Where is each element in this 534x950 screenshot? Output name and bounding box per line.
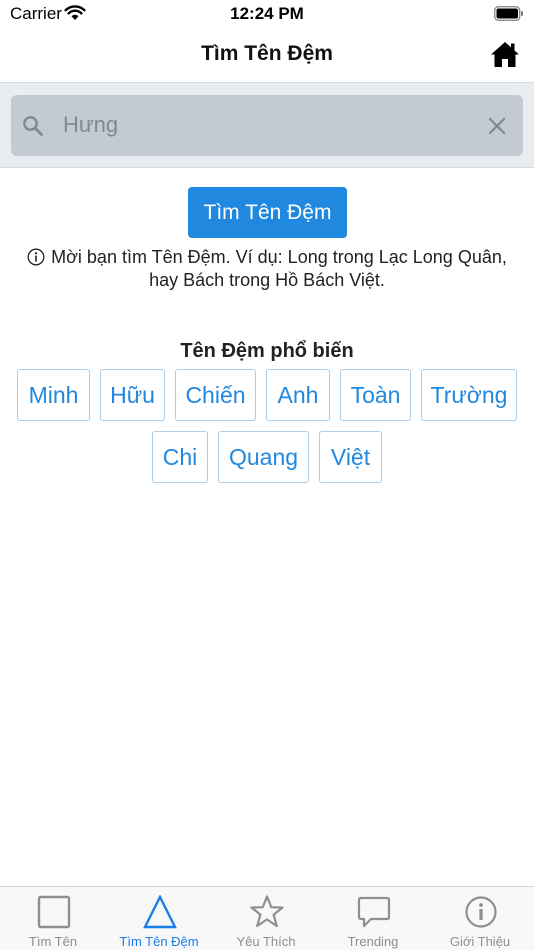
name-chip[interactable]: Chiến bbox=[175, 369, 256, 421]
hint-text: Mời bạn tìm Tên Đệm. Ví dụ: Long trong L… bbox=[51, 247, 507, 290]
tab-label: Tìm Tên bbox=[28, 934, 78, 949]
status-bar: Carrier 12:24 PM bbox=[0, 0, 534, 30]
search-field[interactable] bbox=[11, 95, 523, 156]
search-bar-container bbox=[0, 82, 534, 168]
clear-icon[interactable] bbox=[487, 116, 507, 136]
tab-about[interactable]: Giới Thiệu bbox=[427, 887, 533, 950]
status-time: 12:24 PM bbox=[230, 4, 304, 23]
name-chip[interactable]: Anh bbox=[266, 369, 330, 421]
hint-text-block: Mời bạn tìm Tên Đệm. Ví dụ: Long trong L… bbox=[14, 246, 520, 292]
search-icon bbox=[23, 116, 43, 136]
chat-bubble-icon bbox=[357, 896, 391, 928]
popular-names-title: Tên Đệm phổ biến bbox=[180, 340, 354, 362]
name-chip[interactable]: Quang bbox=[218, 431, 309, 483]
star-icon bbox=[250, 895, 284, 928]
navigation-bar: Tìm Tên Đệm bbox=[0, 30, 534, 82]
name-chip[interactable]: Hữu bbox=[100, 369, 165, 421]
square-icon bbox=[37, 895, 71, 929]
triangle-icon bbox=[143, 895, 177, 929]
tab-trending[interactable]: Trending bbox=[320, 887, 426, 950]
info-icon bbox=[465, 896, 497, 928]
tab-label: Tìm Tên Đệm bbox=[119, 934, 199, 949]
battery-icon bbox=[494, 6, 523, 21]
tab-bar: Tìm Tên Tìm Tên Đệm Yêu Thích Trending G… bbox=[0, 886, 534, 950]
tab-label: Yêu Thích bbox=[236, 934, 296, 949]
tab-find-middle-name[interactable]: Tìm Tên Đệm bbox=[106, 887, 212, 950]
name-chip[interactable]: Việt bbox=[319, 431, 382, 483]
name-chip[interactable]: Toàn bbox=[340, 369, 411, 421]
tab-find-name[interactable]: Tìm Tên bbox=[0, 887, 106, 950]
name-chip[interactable]: Minh bbox=[17, 369, 90, 421]
info-circle-icon bbox=[27, 248, 45, 266]
tab-label: Trending bbox=[347, 934, 399, 949]
page-title: Tìm Tên Đệm bbox=[201, 42, 333, 65]
home-icon[interactable] bbox=[490, 40, 520, 68]
name-chip[interactable]: Trường bbox=[421, 369, 517, 421]
tab-favorites[interactable]: Yêu Thích bbox=[213, 887, 319, 950]
search-input[interactable] bbox=[63, 105, 463, 145]
search-middle-name-button[interactable]: Tìm Tên Đệm bbox=[188, 187, 347, 238]
name-chip[interactable]: Chi bbox=[152, 431, 208, 483]
tab-label: Giới Thiệu bbox=[449, 934, 511, 949]
